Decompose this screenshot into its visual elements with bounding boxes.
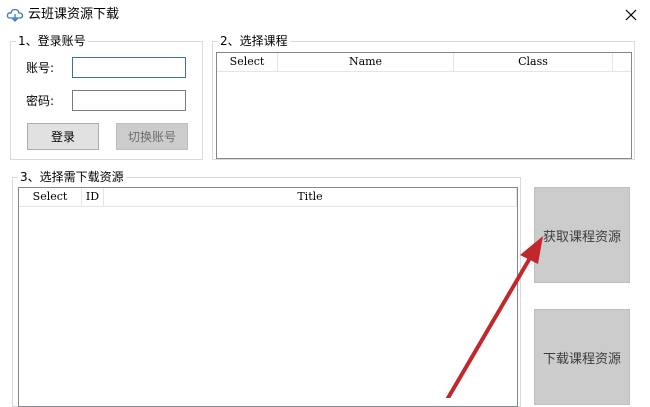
column-header-title[interactable]: Title: [104, 188, 517, 206]
column-header-id[interactable]: ID: [82, 188, 104, 206]
login-button[interactable]: 登录: [27, 123, 99, 150]
account-label: 账号:: [26, 61, 55, 75]
password-field[interactable]: [72, 90, 186, 111]
column-header-select[interactable]: Select: [217, 53, 278, 71]
column-header-class[interactable]: Class: [454, 53, 613, 71]
switch-account-button[interactable]: 切换账号: [116, 123, 188, 150]
course-list[interactable]: Select Name Class: [216, 52, 632, 159]
window-title: 云班课资源下载: [28, 7, 120, 22]
cloud-icon: [6, 6, 24, 24]
login-group-legend: 1、登录账号: [16, 34, 88, 48]
account-field[interactable]: [72, 57, 186, 78]
download-resources-button[interactable]: 下载课程资源: [534, 309, 630, 405]
password-label: 密码:: [26, 94, 55, 108]
course-group-legend: 2、选择课程: [218, 34, 290, 48]
resource-group-legend: 3、选择需下载资源: [18, 170, 126, 184]
fetch-resources-button[interactable]: 获取课程资源: [534, 187, 630, 283]
resource-list[interactable]: Select ID Title: [18, 187, 518, 407]
close-icon: [625, 9, 637, 21]
close-button[interactable]: [616, 1, 646, 29]
resource-list-header: Select ID Title: [19, 188, 517, 207]
column-header-select[interactable]: Select: [19, 188, 82, 206]
course-list-header: Select Name Class: [217, 53, 631, 72]
column-header-name[interactable]: Name: [278, 53, 454, 71]
